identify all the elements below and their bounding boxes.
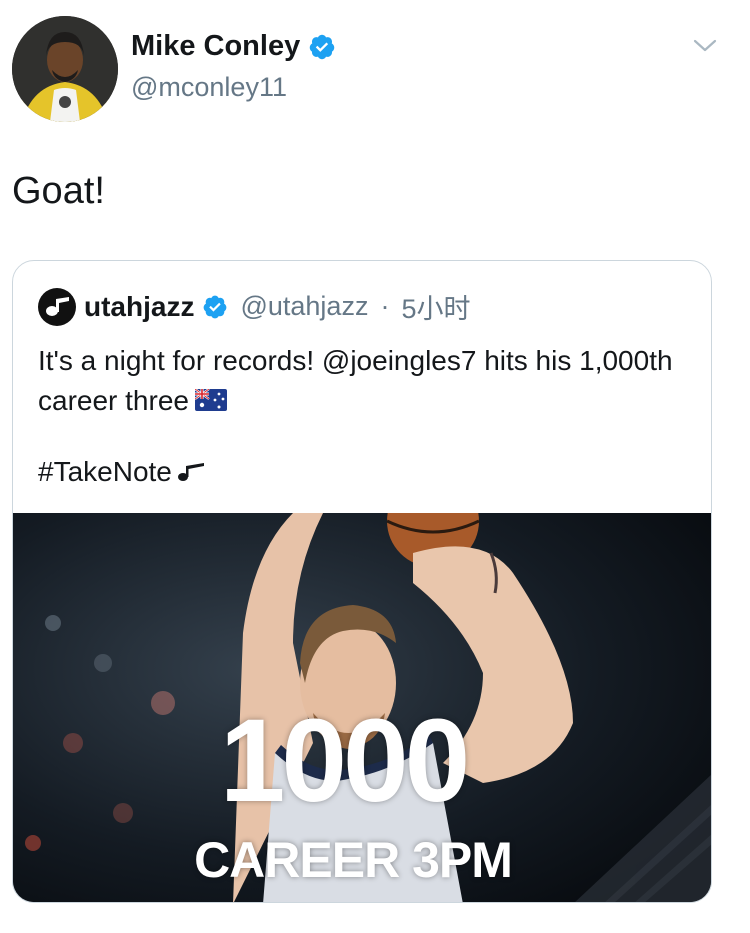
verified-badge-icon — [309, 34, 335, 59]
quoted-timestamp[interactable]: 5小时 — [401, 287, 470, 326]
author-handle[interactable]: @mconley11 — [131, 72, 287, 103]
media-big-number: 1000 — [219, 695, 471, 827]
quoted-tweet-text: It's a night for records! @joeingles7 hi… — [38, 341, 688, 421]
jazz-note-icon — [177, 463, 204, 481]
quoted-author-handle[interactable]: @utahjazz — [240, 291, 368, 322]
avatar-photo-icon — [12, 16, 118, 122]
media-caption: CAREER 3PM — [194, 832, 513, 888]
tweet-text: Goat! — [12, 170, 105, 212]
quoted-text-body: It's a night for records! @joeingles7 hi… — [38, 345, 673, 416]
chevron-down-icon[interactable] — [692, 36, 718, 56]
verified-badge-icon — [204, 295, 227, 318]
hashtag-row: #TakeNote — [38, 456, 206, 488]
author-avatar[interactable] — [12, 16, 118, 122]
quoted-tweet-header: utahjazz @utahjazz · 5小时 — [38, 287, 470, 326]
author-name[interactable]: Mike Conley — [131, 30, 300, 63]
hashtag-link[interactable]: #TakeNote — [38, 456, 172, 488]
quoted-author-name[interactable]: utahjazz — [84, 291, 194, 323]
jazz-note-logo-icon — [46, 296, 69, 316]
quoted-author-avatar[interactable] — [38, 287, 76, 326]
meta-separator: · — [380, 291, 390, 321]
australia-flag-icon — [194, 388, 227, 411]
quoted-tweet-card[interactable]: utahjazz @utahjazz · 5小时 It's a night fo… — [12, 260, 712, 903]
quoted-media-image[interactable]: 1000 CAREER 3PM — [13, 513, 711, 902]
author-name-row: Mike Conley — [131, 30, 336, 63]
